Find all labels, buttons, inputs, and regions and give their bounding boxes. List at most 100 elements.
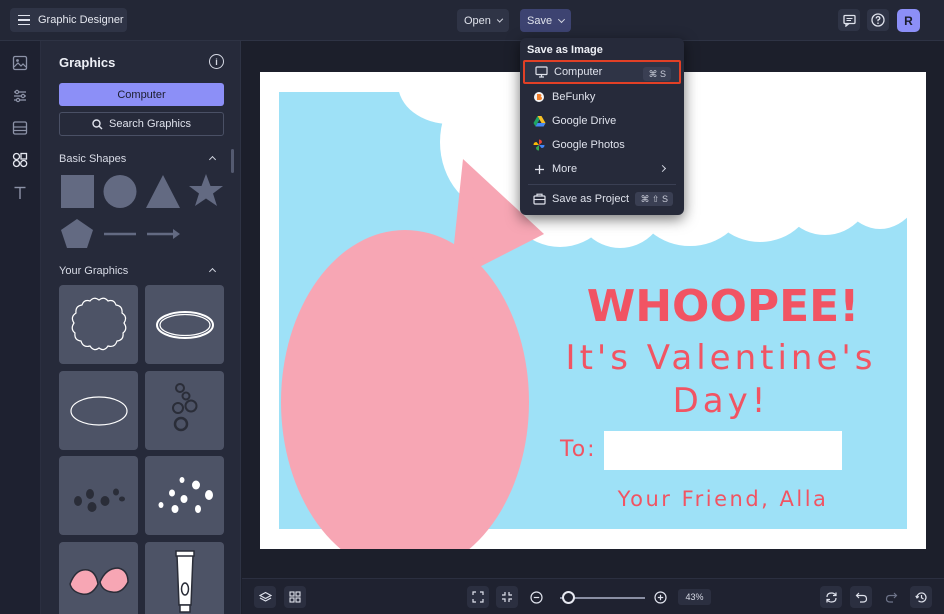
tool-rail [0,41,41,614]
card-headline[interactable]: WHOOPEE! [587,281,860,332]
panel-title: Graphics [59,55,116,70]
white-dots-graphic [158,476,213,513]
graphic-tile-oval-scribble[interactable] [145,285,224,364]
chevron-up-icon[interactable] [208,155,217,164]
undo-button[interactable] [850,586,872,608]
graphic-tile-circles[interactable] [145,371,224,450]
zoom-in-icon[interactable] [654,591,667,604]
actual-size-button[interactable] [496,586,518,608]
google-photos-icon [532,138,546,152]
menu-item-label: Google Photos [552,139,625,151]
scalloped-frame-graphic [71,297,126,350]
card-signature[interactable]: Your Friend, Alla [617,487,829,511]
app-menu-button[interactable]: Graphic Designer [10,8,127,32]
open-button[interactable]: Open [457,9,509,32]
lips-graphic [68,566,129,595]
shortcut-badge: ⌘ S [643,67,671,81]
circle-shape[interactable] [103,175,137,208]
help-button[interactable] [867,9,889,31]
menu-item-label: BeFunky [552,91,596,103]
help-icon [871,13,885,27]
hamburger-icon [18,15,30,25]
info-icon[interactable]: i [209,54,224,69]
history-button[interactable] [910,586,932,608]
graphics-panel: Graphics i Computer Search Graphics Basi… [41,41,241,614]
grid-icon [289,591,301,603]
layout-icon[interactable] [12,120,28,136]
menu-item-computer[interactable]: Computer ⌘ S [523,60,681,84]
graphic-tile-thin-oval[interactable] [59,371,138,450]
shortcut-badge: ⌘ ⇧ S [635,192,673,206]
project-icon [532,192,546,206]
graphic-tile-lips[interactable] [59,542,138,614]
save-button[interactable]: Save [520,9,571,32]
menu-item-befunky[interactable]: BeFunky [523,85,681,109]
search-graphics-button[interactable]: Search Graphics [59,112,224,136]
thin-oval-graphic [69,395,128,426]
tube-graphic [174,549,195,613]
menu-item-google-drive[interactable]: Google Drive [523,109,681,133]
chevron-up-icon[interactable] [208,267,217,276]
menu-item-google-photos[interactable]: Google Photos [523,133,681,157]
card-line1[interactable]: It's Valentine's [566,338,877,378]
shapes-icon[interactable] [12,152,28,168]
dark-dots-graphic [73,488,125,512]
user-avatar[interactable]: R [897,9,920,32]
card-to-field[interactable] [604,431,842,470]
menu-item-more[interactable]: More [523,157,681,181]
basic-shapes-heading: Basic Shapes [59,153,127,165]
circles-graphic [171,382,197,431]
card-line2[interactable]: Day! [673,381,770,421]
search-icon [92,118,103,129]
star-shape[interactable] [189,174,223,206]
menu-divider [528,184,676,185]
image-icon[interactable] [12,55,28,71]
save-as-image-heading: Save as Image [527,44,603,56]
square-shape[interactable] [61,175,94,208]
panel-scrollbar[interactable] [231,149,234,173]
zoom-slider-handle[interactable] [562,591,575,604]
chevron-down-icon [558,15,566,23]
comments-button[interactable] [838,9,860,31]
menu-item-label: Save as Project [552,193,630,205]
text-icon[interactable] [12,185,28,201]
monitor-icon [534,65,548,79]
bottom-toolbar: 43% [242,578,944,614]
graphic-tile-dark-dots[interactable] [59,456,138,535]
google-drive-icon [532,114,546,128]
pentagon-shape[interactable] [61,219,93,248]
menu-item-save-as-project[interactable]: Save as Project ⌘ ⇧ S [523,187,681,211]
zoom-value[interactable]: 43% [678,589,711,605]
oval-scribble-graphic [155,310,214,339]
refresh-button[interactable] [820,586,842,608]
card-to-label[interactable]: To: [559,437,597,462]
app-title: Graphic Designer [38,14,124,26]
graphic-tile-tube[interactable] [145,542,224,614]
arrowhead [173,229,180,239]
menu-item-label: Google Drive [552,115,617,127]
chevron-down-icon [496,15,504,23]
fit-screen-button[interactable] [467,586,489,608]
redo-button[interactable] [880,586,902,608]
expand-icon [472,591,484,603]
plus-icon [532,162,546,176]
layers-button[interactable] [254,586,276,608]
top-bar: Graphic Designer Open Save R [0,0,944,41]
computer-upload-button[interactable]: Computer [59,83,224,106]
adjustments-icon[interactable] [12,88,28,104]
grid-button[interactable] [284,586,306,608]
undo-icon [855,592,867,603]
redo-icon [885,592,897,603]
history-icon [914,591,927,603]
menu-item-label: Computer [554,66,603,78]
comment-icon [842,14,856,27]
open-label: Open [464,14,491,27]
save-dropdown-menu: Save as Image Computer ⌘ S BeFunky Googl… [520,38,684,215]
graphic-tile-scalloped-frame[interactable] [59,285,138,364]
chevron-right-icon [658,164,667,173]
search-graphics-label: Search Graphics [109,118,191,130]
triangle-shape[interactable] [146,175,180,208]
graphic-tile-white-dots[interactable] [145,456,224,535]
zoom-out-icon[interactable] [530,591,543,604]
menu-item-label: More [552,163,578,175]
